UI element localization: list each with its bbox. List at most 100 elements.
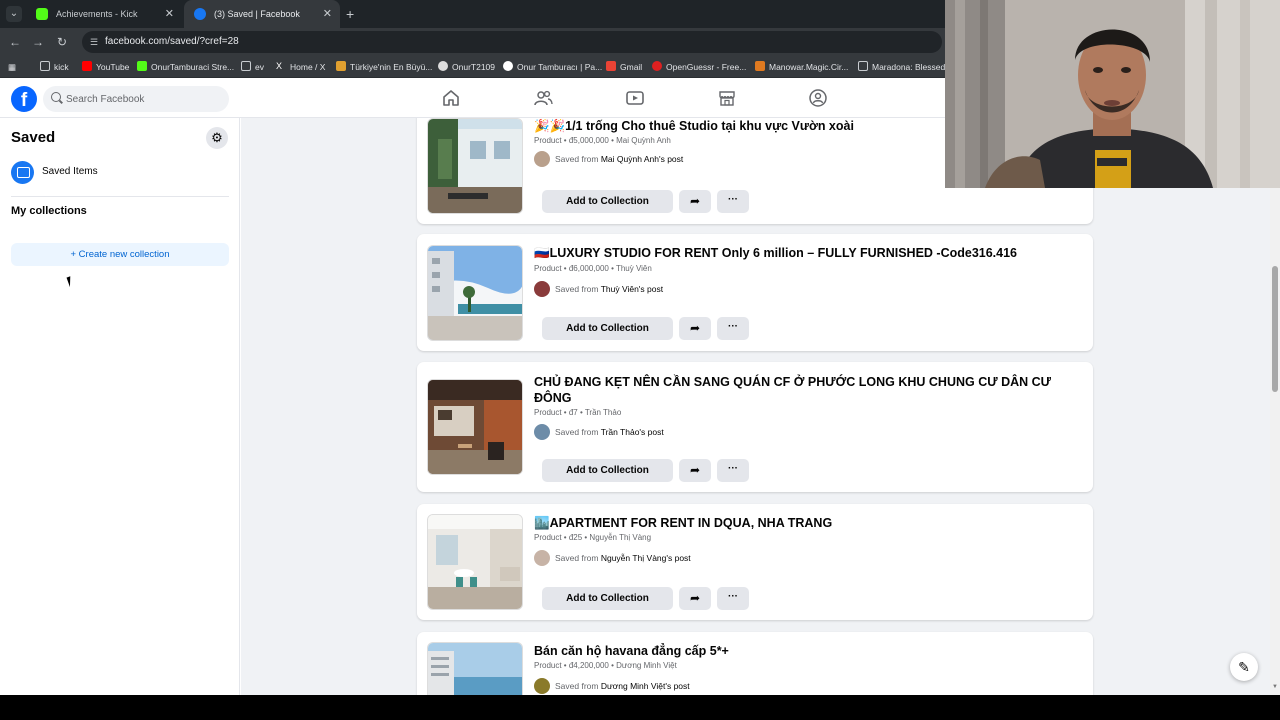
item-thumbnail[interactable] — [427, 642, 523, 695]
page-scrollbar[interactable]: ▲ ▼ — [1270, 118, 1280, 695]
share-icon[interactable]: ➦ — [679, 317, 711, 340]
tab-kick-dashboard[interactable]: Achievements - Kick Dashboard ✕ — [26, 0, 182, 47]
bookmark-youtube[interactable]: YouTube — [82, 56, 129, 78]
item-title[interactable]: 🇷🇺LUXURY STUDIO FOR RENT Only 6 million … — [534, 245, 1079, 261]
add-to-collection-button[interactable]: Add to Collection — [542, 317, 673, 340]
groups-icon[interactable] — [808, 88, 828, 108]
saved-from: Saved from Trần Thảo's post — [534, 424, 664, 440]
source-link[interactable]: Trần Thảo's post — [601, 427, 664, 437]
tab-search-icon[interactable]: ⌄ — [6, 6, 22, 22]
bookmark-x-home[interactable]: X Home / X — [276, 56, 325, 78]
video-icon[interactable] — [625, 88, 645, 108]
add-to-collection-button[interactable]: Add to Collection — [542, 190, 673, 213]
youtube-icon — [82, 61, 92, 71]
gmail-icon — [606, 61, 616, 71]
avatar — [534, 550, 550, 566]
close-tab-icon[interactable]: ✕ — [323, 0, 332, 28]
share-icon[interactable]: ➦ — [679, 459, 711, 482]
gear-icon[interactable]: ⚙ — [206, 127, 228, 149]
apps-icon[interactable]: ▦ — [8, 56, 16, 78]
search-input[interactable] — [66, 86, 221, 112]
url-text: facebook.com/saved/?cref=28 — [105, 36, 239, 47]
source-link[interactable]: Dương Minh Việt's post — [601, 681, 690, 691]
mouse-cursor — [66, 274, 78, 288]
tab-saved-facebook[interactable]: (3) Saved | Facebook ✕ — [184, 0, 340, 28]
item-thumbnail[interactable] — [427, 379, 523, 475]
item-title[interactable]: CHỦ ĐANG KẸT NÊN CẦN SANG QUÁN CF Ở PHƯỚ… — [534, 374, 1079, 406]
share-icon[interactable]: ➦ — [679, 190, 711, 213]
share-icon[interactable]: ➦ — [679, 587, 711, 610]
bookmark-onurt2109[interactable]: OnurT2109 — [438, 56, 495, 78]
bookmark-openguessr[interactable]: OpenGuessr - Free... — [652, 56, 746, 78]
github-icon — [438, 61, 448, 71]
more-options-icon[interactable]: ··· — [717, 190, 749, 213]
kick-icon — [137, 61, 147, 71]
saved-item-card: CHỦ ĐANG KẸT NÊN CẦN SANG QUÁN CF Ở PHƯỚ… — [417, 362, 1093, 492]
tab-title: (3) Saved | Facebook — [214, 9, 300, 19]
address-bar[interactable]: ☰ facebook.com/saved/?cref=28 — [82, 31, 942, 53]
kick-favicon-icon — [36, 8, 48, 20]
home-icon[interactable] — [441, 88, 461, 108]
forward-icon[interactable]: → — [29, 33, 47, 51]
bookmark-onur-patreon[interactable]: Onur Tamburacı | Pa... — [503, 56, 602, 78]
patreon-icon — [503, 61, 513, 71]
bottom-black-bar — [0, 695, 1280, 720]
new-tab-button[interactable]: + — [346, 0, 354, 28]
sidebar-item-label: Saved Items — [42, 166, 98, 177]
plus-icon: + — [70, 249, 79, 260]
item-meta: Product • đ5,000,000 • Mai Quỳnh Anh — [534, 136, 671, 145]
folder-icon — [241, 61, 251, 71]
friends-icon[interactable] — [533, 88, 553, 108]
item-thumbnail[interactable] — [427, 118, 523, 214]
scroll-down-icon[interactable]: ▼ — [1272, 684, 1278, 690]
item-title[interactable]: 🏙️APARTMENT FOR RENT IN DQUA, NHA TRANG — [534, 515, 1079, 531]
bookmark-maradona[interactable]: Maradona: Blessed... — [858, 56, 952, 78]
bookmark-onurtamburaci-stream[interactable]: OnurTamburaci Stre... — [137, 56, 234, 78]
avatar — [534, 424, 550, 440]
marketplace-icon[interactable] — [717, 88, 737, 108]
bookmark-gmail[interactable]: Gmail — [606, 56, 642, 78]
page-title: Saved — [11, 129, 56, 146]
bookmark-kick[interactable]: kick — [40, 56, 69, 78]
screen: ⌄ Achievements - Kick Dashboard ✕ (3) Sa… — [0, 0, 1280, 720]
item-meta: Product • đ6,000,000 • Thuỳ Viên — [534, 264, 652, 273]
more-options-icon[interactable]: ··· — [717, 587, 749, 610]
saved-sidebar: Saved ⚙ Saved Items My collections + Cre… — [0, 118, 240, 695]
source-link[interactable]: Nguyễn Thị Vàng's post — [601, 553, 691, 563]
source-link[interactable]: Mai Quỳnh Anh's post — [601, 154, 683, 164]
saved-from: Saved from Dương Minh Việt's post — [534, 678, 690, 694]
avatar — [534, 151, 550, 167]
saved-item-card: Bán căn hộ havana đẳng cấp 5*+ Product •… — [417, 632, 1093, 695]
add-to-collection-button[interactable]: Add to Collection — [542, 459, 673, 482]
saved-from: Saved from Mai Quỳnh Anh's post — [534, 151, 683, 167]
bookmark-manowar[interactable]: Manowar.Magic.Cir... — [755, 56, 848, 78]
item-thumbnail[interactable] — [427, 514, 523, 610]
saved-items-icon — [11, 161, 34, 184]
more-options-icon[interactable]: ··· — [717, 459, 749, 482]
more-options-icon[interactable]: ··· — [717, 317, 749, 340]
source-link[interactable]: Thuỳ Viên's post — [601, 284, 663, 294]
openguessr-icon — [652, 61, 662, 71]
divider — [11, 196, 229, 197]
bookmark-ev[interactable]: ev — [241, 56, 264, 78]
new-message-icon[interactable]: ✎ — [1230, 653, 1258, 681]
site-icon — [755, 61, 765, 71]
add-to-collection-button[interactable]: Add to Collection — [542, 587, 673, 610]
saved-item-card: 🏙️APARTMENT FOR RENT IN DQUA, NHA TRANG … — [417, 504, 1093, 620]
sidebar-item-saved-items[interactable]: Saved Items — [11, 161, 229, 187]
item-title[interactable]: Bán căn hộ havana đẳng cấp 5*+ — [534, 643, 1079, 659]
back-icon[interactable]: ← — [6, 33, 24, 51]
webcam-video — [945, 0, 1280, 188]
folder-icon — [858, 61, 868, 71]
close-tab-icon[interactable]: ✕ — [165, 0, 174, 28]
search-box[interactable] — [43, 86, 229, 112]
reload-icon[interactable]: ↻ — [53, 33, 71, 51]
folder-icon — [40, 61, 50, 71]
facebook-logo[interactable]: f — [11, 86, 37, 112]
bookmark-turkiye[interactable]: Türkiye'nin En Büyü... — [336, 56, 432, 78]
create-collection-button[interactable]: + Create new collection — [11, 243, 229, 266]
item-thumbnail[interactable] — [427, 245, 523, 341]
site-info-icon[interactable]: ☰ — [90, 36, 102, 48]
scrollbar-thumb[interactable] — [1272, 266, 1278, 392]
saved-from: Saved from Nguyễn Thị Vàng's post — [534, 550, 691, 566]
